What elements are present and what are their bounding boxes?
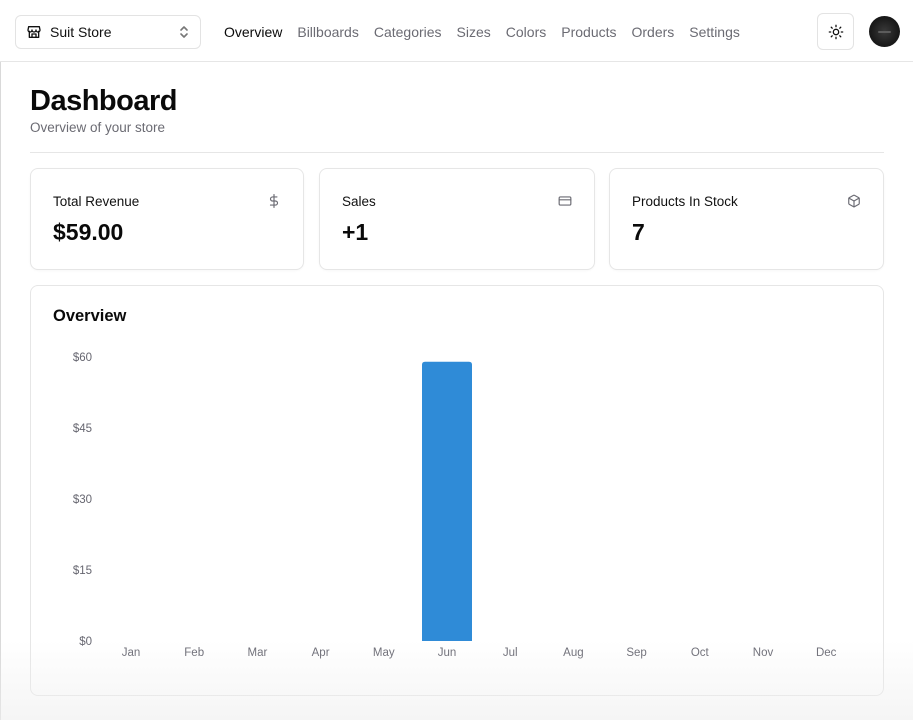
stat-value: +1 [342, 219, 369, 245]
y-tick-label: $60 [73, 352, 92, 364]
nav-billboards[interactable]: Billboards [297, 23, 358, 41]
x-tick-label: Apr [312, 647, 330, 659]
x-tick-label: Jun [438, 647, 457, 659]
nav-colors[interactable]: Colors [506, 23, 546, 41]
y-tick-label: $30 [73, 494, 92, 506]
sales-card: Sales +1 [319, 168, 595, 270]
credit-card-icon [558, 194, 572, 208]
stat-label: Products In Stock [632, 194, 738, 209]
bar-jun[interactable] [422, 361, 472, 641]
main-nav: Overview Billboards Categories Sizes Col… [224, 23, 740, 41]
sun-icon [828, 24, 843, 39]
package-icon [847, 194, 861, 208]
stat-value: 7 [632, 219, 645, 245]
user-avatar[interactable] [869, 16, 900, 47]
x-tick-label: Jul [503, 647, 518, 659]
x-tick-label: Aug [563, 647, 583, 659]
dollar-icon [267, 194, 281, 208]
nav-products[interactable]: Products [561, 23, 616, 41]
revenue-bar-chart: $0 $15 $30 $45 $60 Jan Feb Mar Apr May Jun Jul Aug Se… [73, 352, 837, 659]
x-tick-label: Sep [626, 647, 646, 659]
x-tick-label: Mar [247, 647, 267, 659]
x-tick-label: May [373, 647, 395, 659]
theme-toggle-button[interactable] [817, 13, 854, 50]
nav-settings[interactable]: Settings [689, 23, 740, 41]
stat-label: Sales [342, 194, 376, 209]
stat-label: Total Revenue [53, 194, 140, 209]
x-tick-label: Jan [122, 647, 141, 659]
store-icon [26, 24, 42, 40]
x-tick-label: Nov [753, 647, 774, 659]
separator [30, 152, 884, 153]
nav-orders[interactable]: Orders [632, 23, 675, 41]
y-tick-label: $0 [79, 636, 92, 648]
x-tick-label: Feb [184, 647, 204, 659]
page-subtitle: Overview of your store [30, 120, 166, 135]
store-name: Suit Store [50, 24, 112, 40]
y-tick-label: $45 [73, 423, 92, 435]
x-tick-label: Dec [816, 647, 837, 659]
total-revenue-card: Total Revenue $59.00 [30, 168, 304, 270]
avatar-mark [878, 31, 891, 33]
stat-value: $59.00 [53, 219, 124, 245]
chevrons-up-down-icon [178, 24, 190, 40]
top-navbar: Suit Store Overview Billboards Categorie… [0, 0, 913, 62]
nav-overview[interactable]: Overview [224, 23, 282, 41]
x-tick-label: Oct [691, 647, 710, 659]
store-switcher[interactable]: Suit Store [15, 15, 201, 49]
nav-categories[interactable]: Categories [374, 23, 442, 41]
products-in-stock-card: Products In Stock 7 [609, 168, 884, 270]
page-title: Dashboard [30, 85, 177, 117]
y-tick-label: $15 [73, 565, 92, 577]
overview-chart-card: Overview $0 $15 $30 $45 $60 Jan Feb Mar Apr May Ju… [30, 285, 884, 696]
nav-sizes[interactable]: Sizes [457, 23, 491, 41]
